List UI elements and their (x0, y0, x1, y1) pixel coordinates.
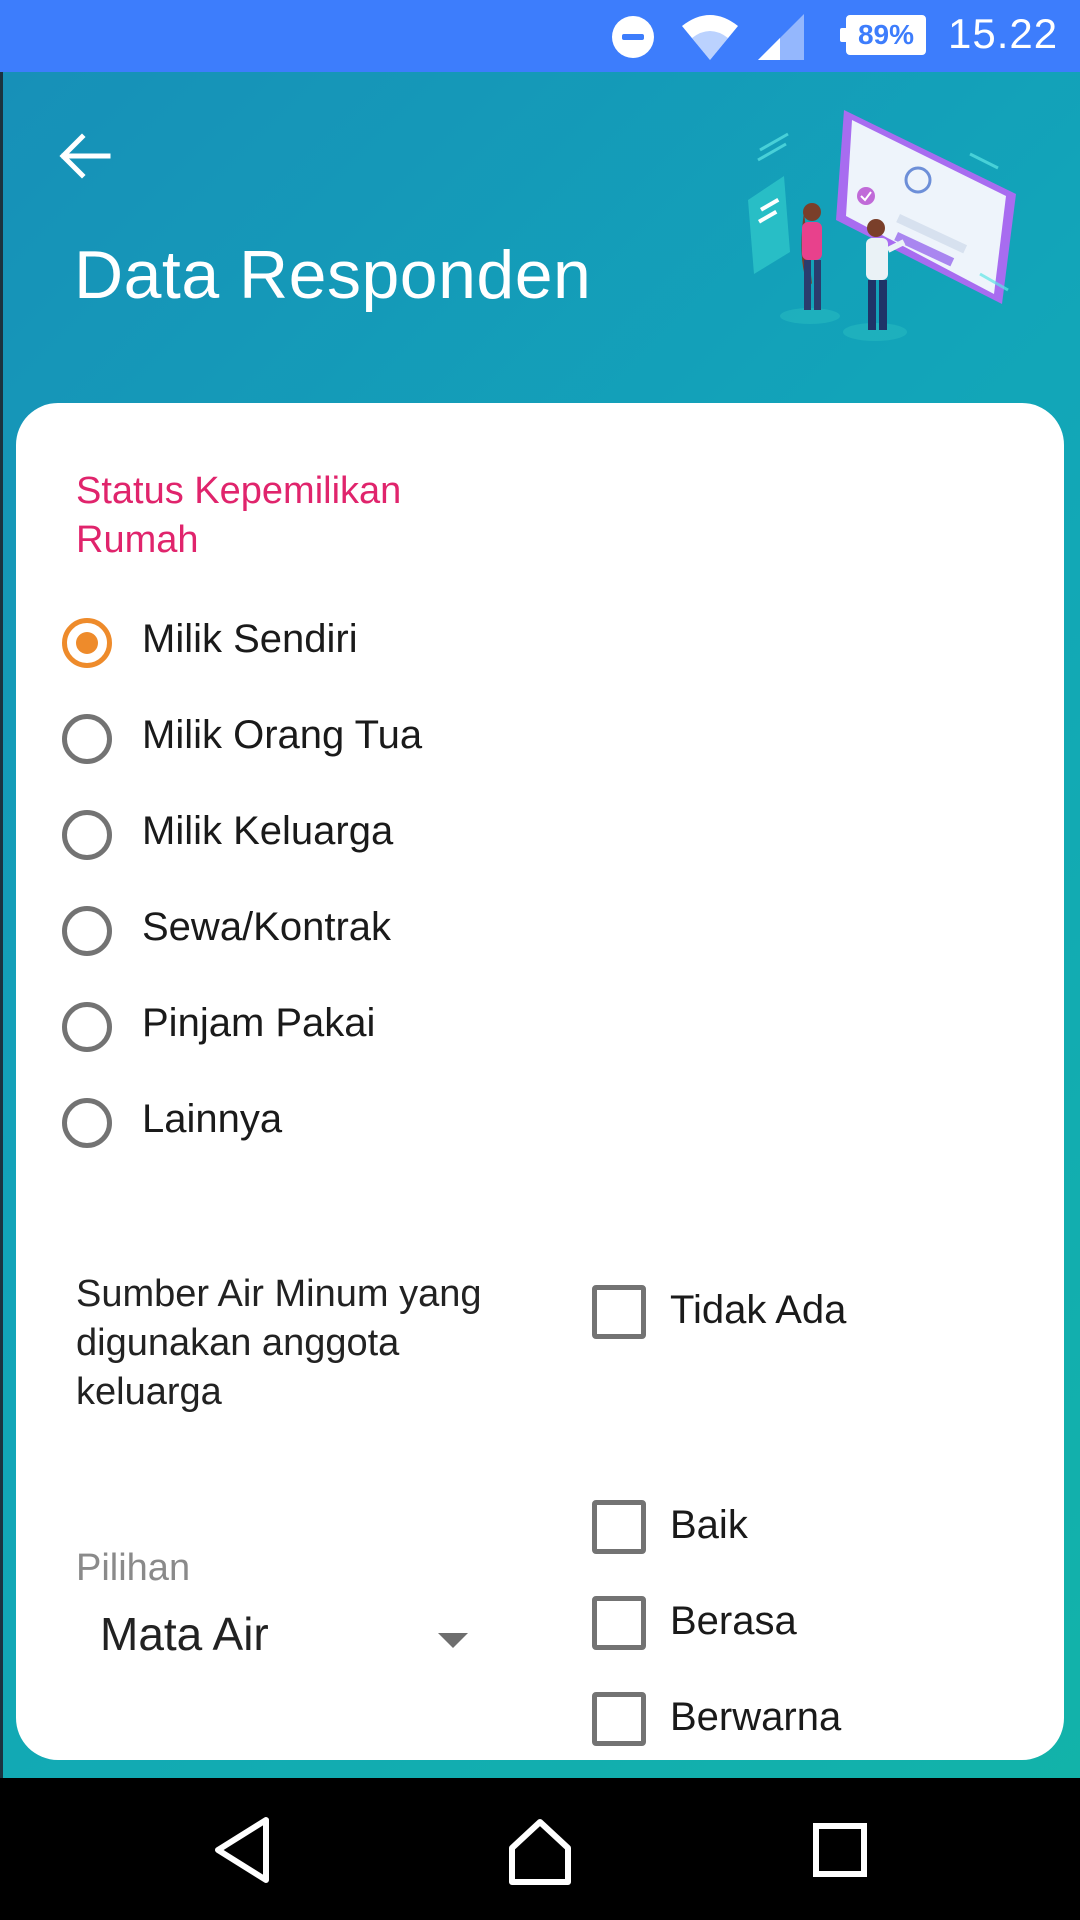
checkbox-berasa[interactable]: Berasa (592, 1596, 1032, 1660)
radio-button[interactable] (62, 1002, 112, 1052)
radio-button[interactable] (62, 810, 112, 860)
back-arrow-icon[interactable] (52, 124, 116, 188)
radio-button[interactable] (62, 1098, 112, 1148)
radio-button[interactable] (62, 906, 112, 956)
chevron-down-icon[interactable] (438, 1633, 468, 1648)
page-title: Data Responden (74, 237, 592, 313)
checkbox[interactable] (592, 1692, 646, 1746)
clock: 15.22 (948, 10, 1059, 57)
radio-sewa-kontrak[interactable]: Sewa/Kontrak (62, 900, 582, 970)
radio-label: Milik Sendiri (142, 617, 358, 661)
wifi-icon (682, 15, 738, 60)
form-card: Status Kepemilikan Rumah Milik Sendiri M… (16, 403, 1064, 1760)
water-source-dropdown[interactable]: Mata Air (100, 1603, 480, 1677)
battery-icon: 89% (840, 15, 926, 55)
radio-pinjam-pakai[interactable]: Pinjam Pakai (62, 996, 582, 1066)
checkbox-label: Berasa (670, 1599, 797, 1643)
checkbox-tidak-ada[interactable]: Tidak Ada (592, 1285, 1032, 1349)
radio-milik-keluarga[interactable]: Milik Keluarga (62, 804, 582, 874)
recents-nav-icon[interactable] (798, 1808, 882, 1892)
checkbox-label: Tidak Ada (670, 1288, 847, 1332)
radio-lainnya[interactable]: Lainnya (62, 1092, 582, 1162)
back-nav-icon[interactable] (200, 1808, 284, 1892)
dropdown-hint: Pilihan (76, 1547, 191, 1589)
radio-label: Milik Orang Tua (142, 713, 423, 757)
checkbox[interactable] (592, 1596, 646, 1650)
checkbox-label: Berwarna (670, 1695, 842, 1739)
radio-label: Pinjam Pakai (142, 1001, 376, 1045)
checkbox[interactable] (592, 1500, 646, 1554)
radio-button-selected[interactable] (62, 618, 112, 668)
navigation-bar (0, 1778, 1080, 1920)
dropdown-selected-value: Mata Air (100, 1608, 269, 1660)
status-bar: 89% 15.22 (0, 0, 1080, 72)
radio-label: Sewa/Kontrak (142, 905, 392, 949)
radio-label: Lainnya (142, 1097, 283, 1141)
people-with-tablet-illustration (748, 110, 1016, 341)
signal-icon (758, 14, 804, 60)
water-source-label: Sumber Air Minum yang digunakan anggota … (76, 1273, 482, 1413)
radio-label: Milik Keluarga (142, 809, 394, 853)
checkbox-baik[interactable]: Baik (592, 1500, 1032, 1564)
checkbox-berwarna[interactable]: Berwarna (592, 1692, 1032, 1756)
radio-dot (76, 632, 98, 654)
left-edge-divider (0, 72, 3, 1778)
radio-milik-orang-tua[interactable]: Milik Orang Tua (62, 708, 582, 778)
radio-milik-sendiri[interactable]: Milik Sendiri (62, 612, 582, 682)
do-not-disturb-icon (612, 16, 654, 58)
checkbox[interactable] (592, 1285, 646, 1339)
home-nav-icon[interactable] (498, 1808, 582, 1892)
ownership-section-label: Status Kepemilikan Rumah (76, 470, 402, 561)
radio-button[interactable] (62, 714, 112, 764)
checkbox-label: Baik (670, 1503, 748, 1547)
